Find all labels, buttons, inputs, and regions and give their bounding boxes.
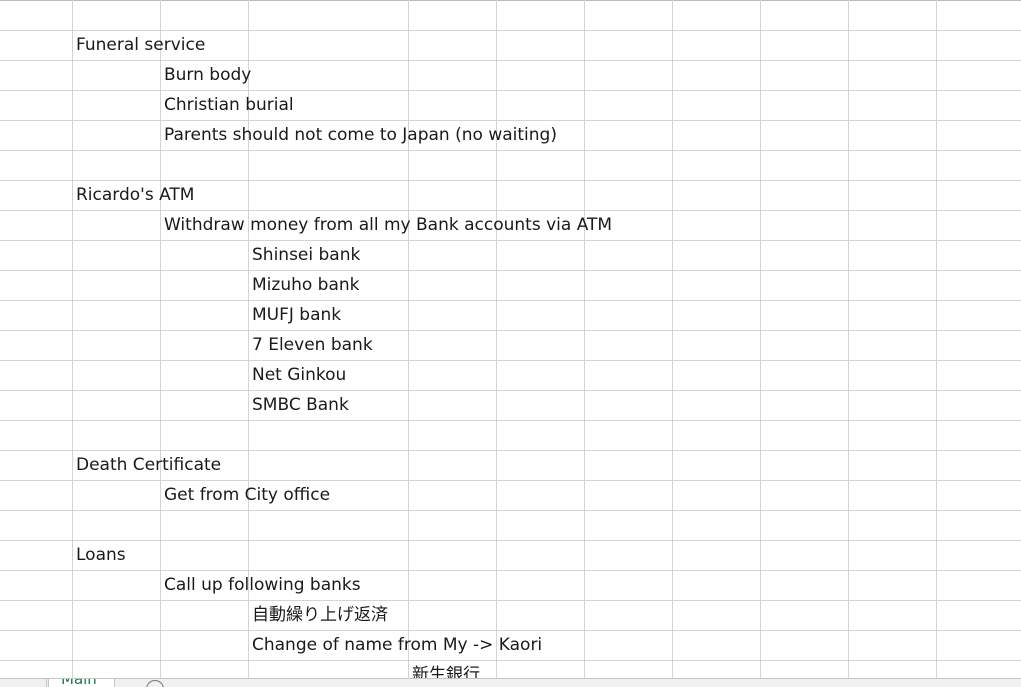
column-gridline <box>408 0 409 686</box>
cell-text[interactable]: Christian burial <box>164 90 294 120</box>
row-gridline <box>0 480 1021 481</box>
row-gridline <box>0 660 1021 661</box>
row-gridline <box>0 510 1021 511</box>
row-gridline <box>0 60 1021 61</box>
row-gridline <box>0 240 1021 241</box>
cell-text[interactable]: Call up following banks <box>164 570 361 600</box>
cell-text[interactable]: 自動繰り上げ返済 <box>252 600 388 630</box>
row-gridline <box>0 420 1021 421</box>
row-gridline <box>0 330 1021 331</box>
cell-text[interactable]: Shinsei bank <box>252 240 360 270</box>
column-gridline <box>496 0 497 686</box>
cell-text[interactable]: Mizuho bank <box>252 270 360 300</box>
column-gridline <box>160 0 161 686</box>
column-gridline <box>848 0 849 686</box>
cell-text[interactable]: Death Certificate <box>76 450 221 480</box>
cell-text[interactable]: Get from City office <box>164 480 330 510</box>
row-gridline <box>0 90 1021 91</box>
row-gridline <box>0 540 1021 541</box>
cell-text[interactable]: Parents should not come to Japan (no wai… <box>164 120 557 150</box>
row-gridline <box>0 600 1021 601</box>
row-gridline <box>0 270 1021 271</box>
column-gridline <box>760 0 761 686</box>
cell-text[interactable]: SMBC Bank <box>252 390 349 420</box>
cell-text[interactable]: 7 Eleven bank <box>252 330 373 360</box>
row-gridline <box>0 390 1021 391</box>
spreadsheet-grid[interactable]: Funeral service Burn body Christian burial… <box>0 0 1021 686</box>
grid-top-border <box>0 0 1021 1</box>
cell-text[interactable]: Withdraw money from all my Bank accounts… <box>164 210 612 240</box>
cell-text[interactable]: Funeral service <box>76 30 205 60</box>
row-gridline <box>0 360 1021 361</box>
cell-text[interactable]: Ricardo's ATM <box>76 180 194 210</box>
cell-text[interactable]: Loans <box>76 540 126 570</box>
row-gridline <box>0 300 1021 301</box>
cell-text[interactable]: Change of name from My -> Kaori <box>252 630 542 660</box>
column-gridline <box>584 0 585 686</box>
column-gridline <box>672 0 673 686</box>
column-gridline <box>936 0 937 686</box>
row-gridline <box>0 570 1021 571</box>
column-gridline <box>72 0 73 686</box>
row-gridline <box>0 150 1021 151</box>
cell-text[interactable]: Burn body <box>164 60 251 90</box>
cell-text[interactable]: MUFJ bank <box>252 300 341 330</box>
cell-text[interactable]: Net Ginkou <box>252 360 346 390</box>
